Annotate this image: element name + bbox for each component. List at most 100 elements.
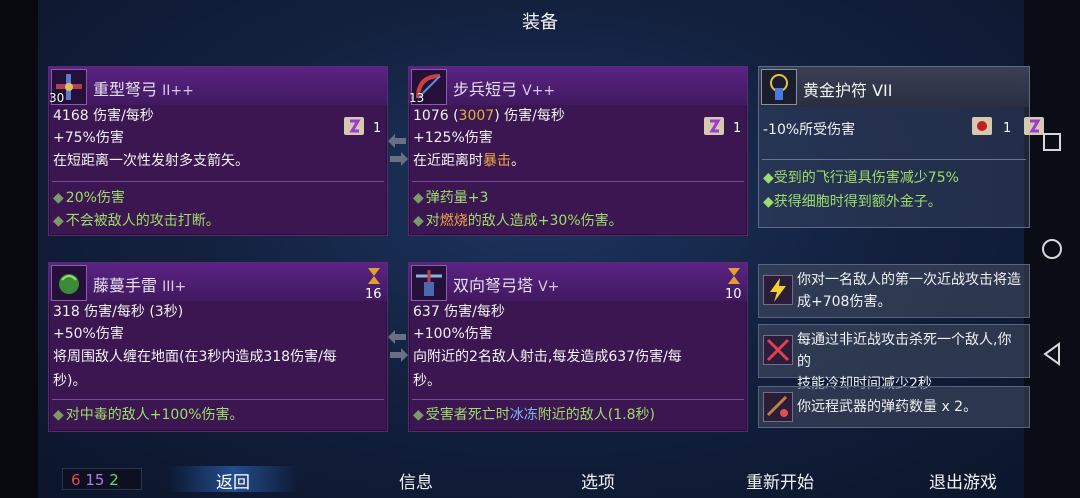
desc-line: 将周围敌人缠在地面(在3秒内造成318伤害/每 bbox=[53, 349, 337, 365]
bullet-icon: ◆ bbox=[53, 213, 64, 229]
cooldown-value: 16 bbox=[365, 287, 382, 302]
brutality-count: 6 bbox=[71, 471, 81, 489]
mutation-line: 每通过非近战攻击杀死一个敌人,你的 bbox=[797, 332, 1012, 370]
amulet-name-text: 黄金护符 bbox=[803, 81, 868, 100]
amulet-stat: -10%所受伤害 bbox=[763, 122, 856, 138]
affix-text: 对 bbox=[65, 407, 80, 423]
affix-text: 受害者死亡时 bbox=[425, 407, 510, 423]
weapon-name: 重型弩弓 II++ bbox=[93, 76, 194, 100]
menu-restart[interactable]: 重新开始 bbox=[720, 468, 840, 493]
vine-grenade-icon bbox=[51, 265, 87, 301]
desc-line: 秒)。 bbox=[53, 373, 87, 389]
desc-line: 秒。 bbox=[413, 373, 441, 389]
freeze-keyword: 冰冻 bbox=[509, 407, 538, 423]
mutation-line: 成+708伤害。 bbox=[797, 294, 892, 310]
mutation-item[interactable]: 你对一名敌人的第一次近战攻击将造 成+708伤害。 bbox=[758, 264, 1030, 318]
bullet-icon: ◆ bbox=[53, 190, 64, 206]
mutation-text: 你远程武器的弹药数量 x 2。 bbox=[797, 399, 978, 415]
weapon-tier: V++ bbox=[522, 83, 556, 99]
scroll-count: 1 bbox=[733, 121, 742, 136]
skill-card-double-crossbow-turret[interactable]: 双向弩弓塔 V+ 10 637 伤害/每秒 +100%伤害 向附近的2名敌人射击… bbox=[408, 262, 748, 432]
page-title: 装备 bbox=[522, 12, 558, 33]
skill-name-text: 藤蔓手雷 bbox=[93, 276, 158, 295]
divider bbox=[762, 159, 1026, 160]
divider bbox=[412, 399, 744, 400]
swap-arrow-right-icon[interactable] bbox=[388, 348, 408, 362]
skill-dps: 637 伤害/每秒 bbox=[413, 304, 505, 320]
affix-2: ◆ 不会被敌人的攻击打断。 bbox=[53, 210, 220, 230]
amulet-affix-1: ◆受到的飞行道具伤害减少75% bbox=[763, 167, 959, 187]
skill-affix: ◆ 对中毒的敌人+100%伤害。 bbox=[53, 404, 244, 424]
divider bbox=[412, 181, 744, 182]
skill-dps: 318 伤害/每秒 (3秒) bbox=[53, 304, 184, 320]
survival-count: 2 bbox=[109, 471, 119, 489]
hourglass-icon bbox=[728, 268, 740, 284]
divider bbox=[52, 399, 384, 400]
dps-unit: ) 伤害/每秒 bbox=[494, 108, 565, 124]
bullet-icon: ◆ bbox=[413, 407, 424, 423]
poison-keyword: 中毒 bbox=[79, 407, 108, 423]
bullet-icon: ◆ bbox=[413, 213, 424, 229]
skill-tier: III+ bbox=[162, 279, 187, 295]
recent-apps-button[interactable] bbox=[1042, 132, 1062, 152]
weapon-dps: 4168 伤害/每秒 bbox=[53, 108, 154, 124]
amulet-name: 黄金护符 VII bbox=[803, 77, 893, 101]
tactics-count: 15 bbox=[85, 471, 105, 489]
mutation-item[interactable]: 每通过非近战攻击杀死一个敌人,你的 技能冷却时间减少2秒 bbox=[758, 324, 1030, 392]
affix-text: 的敌人造成+30%伤害。 bbox=[467, 213, 623, 229]
scroll-count: 1 bbox=[373, 121, 382, 136]
scroll-icon bbox=[704, 117, 724, 135]
menu-info[interactable]: 信息 bbox=[356, 468, 476, 493]
swap-arrow-left-icon[interactable] bbox=[388, 134, 408, 148]
weapon-damage-bonus: +75%伤害 bbox=[53, 130, 124, 146]
back-button[interactable] bbox=[1042, 342, 1062, 366]
burning-keyword: 燃烧 bbox=[439, 213, 468, 229]
hourglass-icon bbox=[368, 268, 380, 284]
affix-1: ◆ 20%伤害 bbox=[53, 187, 125, 207]
desc-line: 向附近的2名敌人射击,每发造成637伤害/每 bbox=[413, 349, 682, 365]
swap-arrow-right-icon[interactable] bbox=[388, 152, 408, 166]
crit-keyword: 暴击 bbox=[483, 153, 511, 169]
skill-tier: V+ bbox=[538, 279, 560, 295]
menu-options[interactable]: 选项 bbox=[538, 468, 658, 493]
menu-quit[interactable]: 退出游戏 bbox=[903, 468, 1023, 493]
weapon-dps: 1076 (3007) 伤害/每秒 bbox=[413, 105, 565, 125]
weapon-card-infantry-bow[interactable]: 13 步兵短弓 V++ 1076 (3007) 伤害/每秒 +125%伤害 1 … bbox=[408, 66, 748, 236]
bullet-icon: ◆ bbox=[763, 170, 774, 186]
amulet-affix-2: ◆获得细胞时得到额外金子。 bbox=[763, 191, 942, 211]
skill-description: 将周围敌人缠在地面(在3秒内造成318伤害/每 秒)。 bbox=[53, 345, 337, 393]
affix-text: 20%伤害 bbox=[65, 190, 125, 206]
scroll-count: 1 bbox=[1003, 121, 1012, 136]
weapon-damage-bonus: +125%伤害 bbox=[413, 130, 493, 146]
skill-affix: ◆ 受害者死亡时冰冻附近的敌人(1.8秒) bbox=[413, 404, 655, 424]
amulet-card[interactable]: 黄金护符 VII -10%所受伤害 1 ◆受到的飞行道具伤害减少75% ◆获得细… bbox=[758, 66, 1044, 228]
dps-value: 1076 ( bbox=[413, 108, 459, 124]
skill-name-text: 双向弩弓塔 bbox=[453, 276, 534, 295]
home-button[interactable] bbox=[1041, 238, 1063, 260]
crit-dps-value: 3007 bbox=[458, 108, 495, 124]
menu-back[interactable]: 返回 bbox=[173, 468, 293, 493]
skill-damage-bonus: +50%伤害 bbox=[53, 326, 124, 342]
weapon-level: 30 bbox=[49, 91, 65, 105]
skill-damage-bonus: +100%伤害 bbox=[413, 326, 493, 342]
bullet-icon: ◆ bbox=[413, 190, 424, 206]
weapon-name: 步兵短弓 V++ bbox=[453, 76, 555, 100]
amulet-icon bbox=[761, 69, 797, 105]
lightning-icon bbox=[763, 275, 793, 305]
skill-card-vine-grenade[interactable]: 藤蔓手雷 III+ 16 318 伤害/每秒 (3秒) +50%伤害 将周围敌人… bbox=[48, 262, 388, 432]
scroll-icon bbox=[344, 117, 364, 135]
skill-name: 藤蔓手雷 III+ bbox=[93, 272, 186, 296]
affix-2: ◆ 对燃烧的敌人造成+30%伤害。 bbox=[413, 210, 623, 230]
weapon-level: 13 bbox=[409, 91, 425, 105]
mutation-item[interactable]: 你远程武器的弹药数量 x 2。 bbox=[758, 386, 1030, 428]
weapon-name-text: 步兵短弓 bbox=[453, 80, 518, 99]
ammo-icon bbox=[763, 392, 793, 422]
swap-arrow-left-icon[interactable] bbox=[388, 330, 408, 344]
double-crossbow-turret-icon bbox=[411, 265, 447, 301]
crossed-arrows-icon bbox=[763, 335, 793, 365]
weapon-description: 在短距离一次性发射多支箭矢。 bbox=[53, 153, 249, 169]
weapon-card-heavy-crossbow[interactable]: 30 重型弩弓 II++ 4168 伤害/每秒 +75%伤害 1 在短距离一次性… bbox=[48, 66, 388, 236]
mutation-text: 你对一名敌人的第一次近战攻击将造 成+708伤害。 bbox=[797, 269, 1025, 313]
card-header bbox=[759, 67, 1029, 107]
affix-text: 弹药量+3 bbox=[425, 190, 489, 206]
